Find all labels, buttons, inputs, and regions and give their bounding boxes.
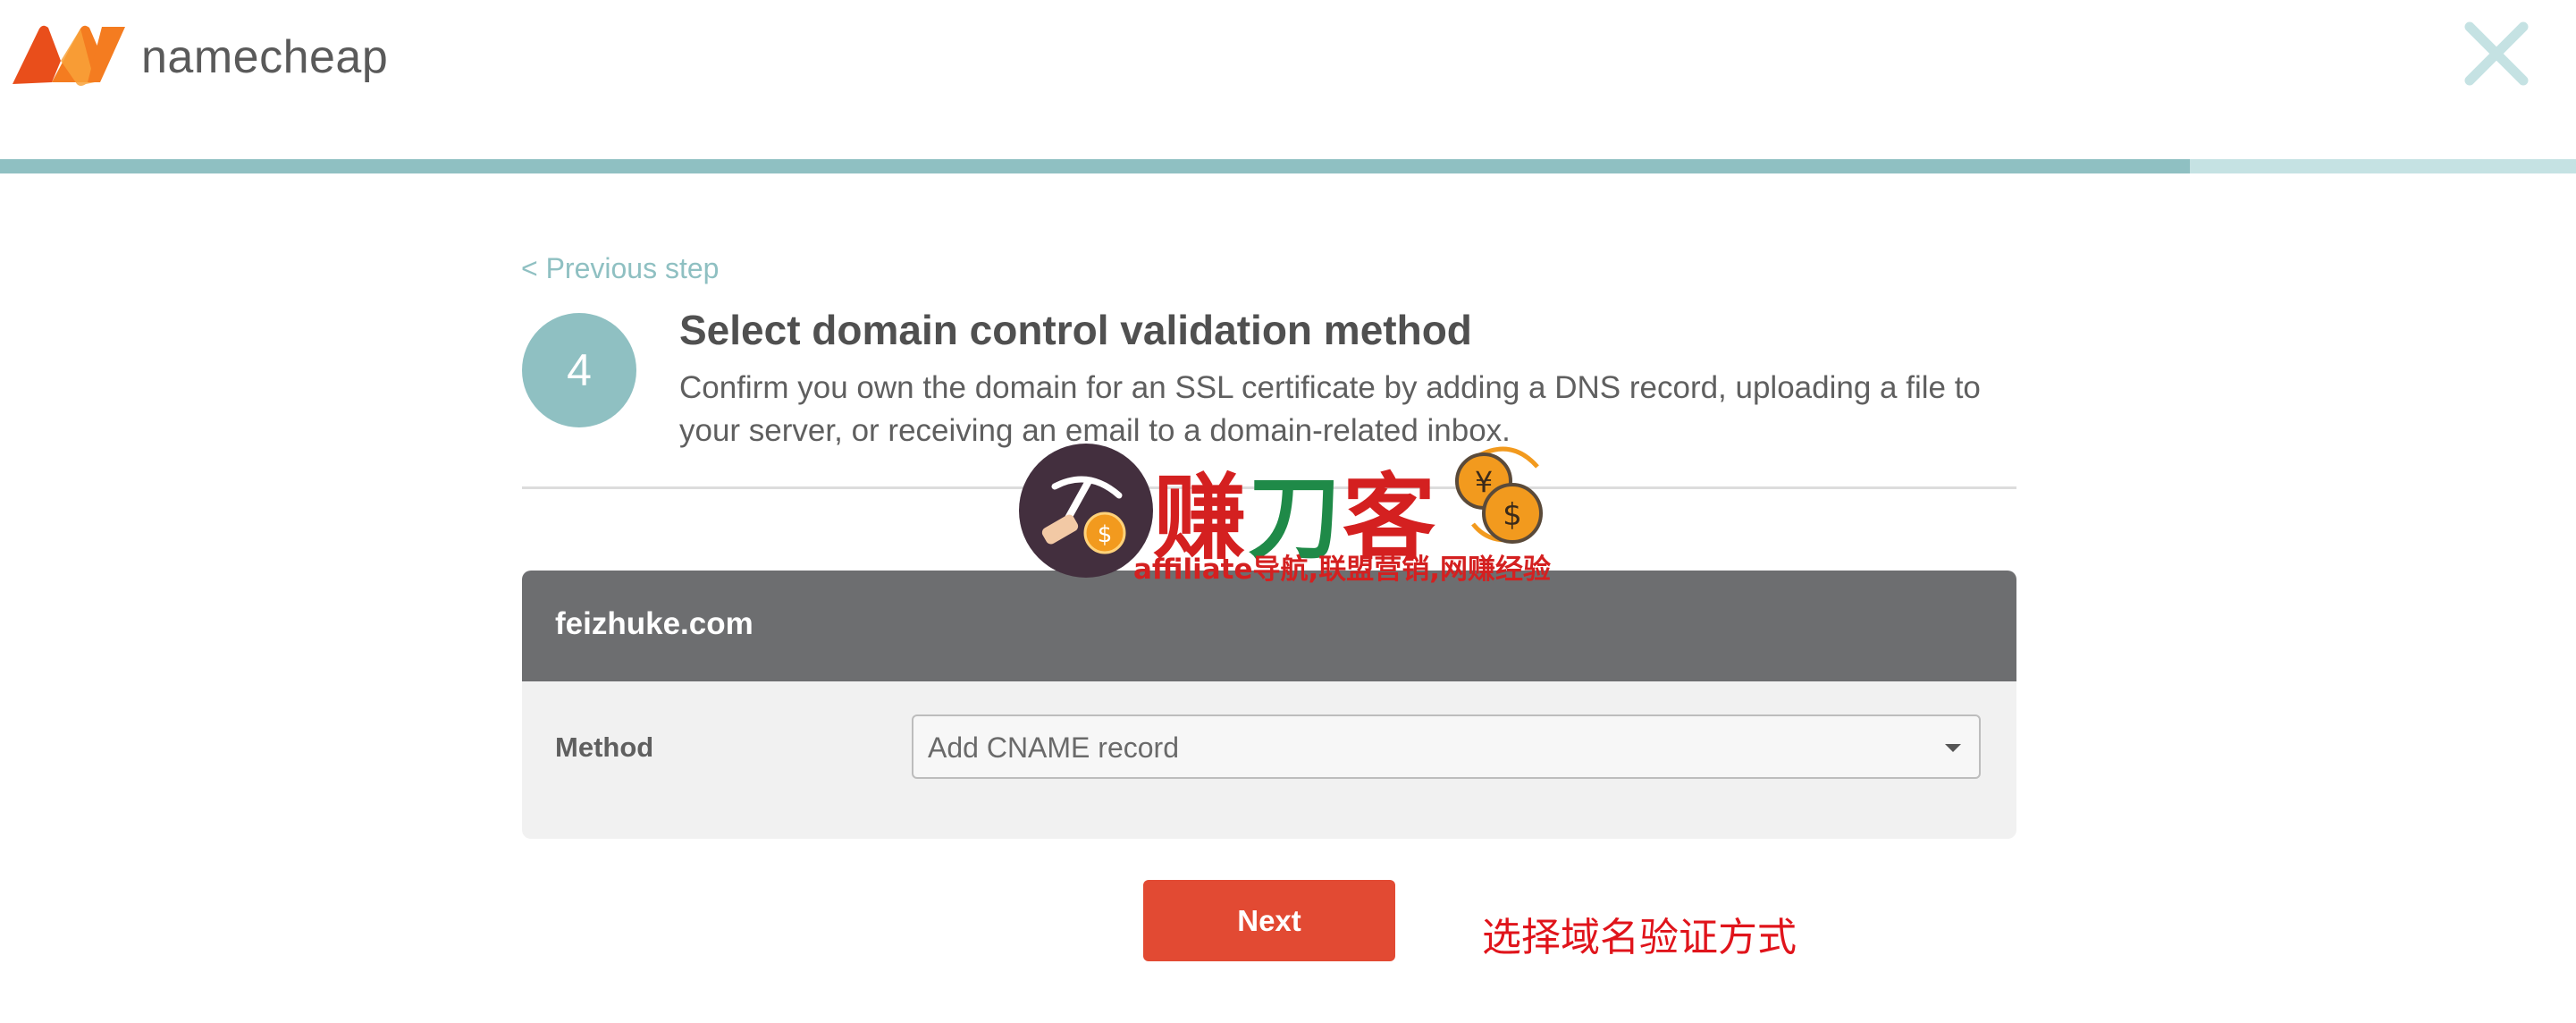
- step-description: Confirm you own the domain for an SSL ce…: [679, 370, 1981, 448]
- svg-text:$: $: [1503, 497, 1522, 533]
- progress-bar-fill: [0, 159, 2190, 173]
- svg-text:$: $: [1098, 521, 1113, 548]
- method-select[interactable]: Add CNAME record: [912, 714, 1981, 779]
- brand-name: namecheap: [141, 31, 389, 83]
- next-button[interactable]: Next: [1143, 880, 1395, 961]
- step-number: 4: [567, 345, 592, 395]
- domain-panel-body: Method Add CNAME record: [522, 681, 2016, 839]
- chevron-down-icon: [1945, 744, 1961, 752]
- namecheap-logo-icon[interactable]: [9, 20, 130, 91]
- method-selected-value: Add CNAME record: [928, 731, 1179, 764]
- annotation-text: 选择域名验证方式: [1482, 915, 1797, 960]
- step-title: Select domain control validation method: [679, 307, 1472, 353]
- previous-step-link[interactable]: < Previous step: [521, 252, 719, 285]
- coins-icon: ¥ $: [1455, 446, 1543, 544]
- domain-name: feizhuke.com: [555, 606, 753, 641]
- method-label: Method: [555, 731, 654, 763]
- progress-bar: [0, 159, 2576, 173]
- watermark-subtitle: affiliate导航,联盟营销,网赚经验: [1133, 554, 1552, 586]
- domain-panel-header: feizhuke.com: [522, 571, 2016, 681]
- close-icon[interactable]: [2462, 20, 2530, 88]
- step-number-badge: 4: [522, 313, 636, 427]
